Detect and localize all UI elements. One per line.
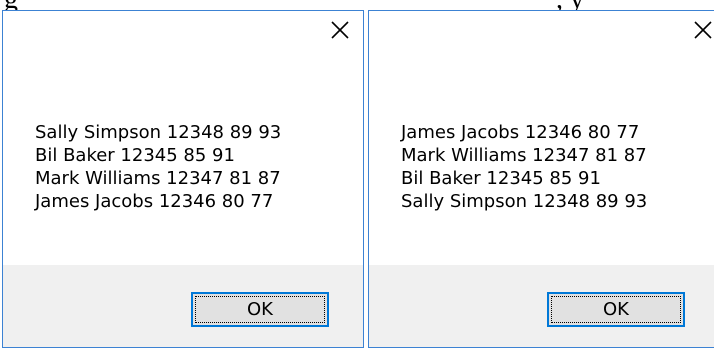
message-box-sorted-order: James Jacobs 12346 80 77 Mark Williams 1… [368,10,714,348]
dialog-footer: OK [3,265,363,347]
message-box-original-order: Sally Simpson 12348 89 93 Bil Baker 1234… [2,10,364,348]
ok-button[interactable]: OK [547,292,685,327]
dialog-footer: OK [369,265,714,347]
message-line: Sally Simpson 12348 89 93 [401,191,648,212]
message-line: Bil Baker 12345 85 91 [35,145,235,166]
message-line: Sally Simpson 12348 89 93 [35,122,282,143]
message-line: James Jacobs 12346 80 77 [401,122,640,143]
message-line: Mark Williams 12347 81 87 [35,168,281,189]
message-line: Bil Baker 12345 85 91 [401,168,601,189]
close-icon [694,21,712,39]
close-icon [331,21,349,39]
ok-button[interactable]: OK [191,292,329,327]
close-button[interactable] [690,17,714,43]
message-line: Mark Williams 12347 81 87 [401,145,647,166]
message-line: James Jacobs 12346 80 77 [35,191,274,212]
message-text: Sally Simpson 12348 89 93 Bil Baker 1234… [35,121,281,213]
message-text: James Jacobs 12346 80 77 Mark Williams 1… [401,121,647,213]
close-button[interactable] [327,17,353,43]
